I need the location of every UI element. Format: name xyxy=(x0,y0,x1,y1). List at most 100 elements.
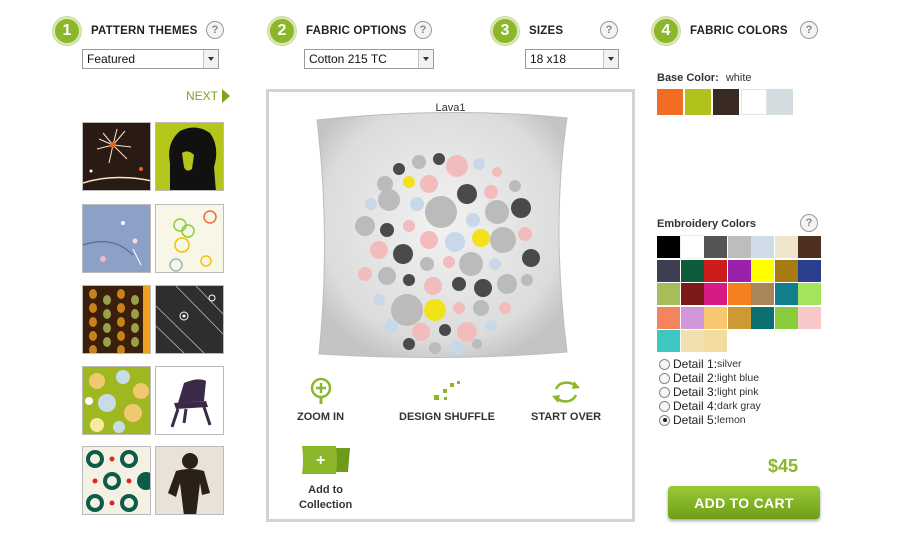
base-color-swatch[interactable] xyxy=(713,89,739,115)
step-number: 4 xyxy=(652,17,680,45)
theme-select[interactable]: Featured xyxy=(82,49,219,69)
embroidery-swatch[interactable] xyxy=(774,236,798,258)
zoom-in-button[interactable]: ZOOM IN xyxy=(297,377,344,423)
design-shuffle-button[interactable]: DESIGN SHUFFLE xyxy=(399,377,495,423)
add-collection-icon: + xyxy=(301,446,350,474)
embroidery-swatch[interactable] xyxy=(657,283,680,305)
embroidery-swatch[interactable] xyxy=(657,306,680,329)
detail-option[interactable]: Detail 2: light blue xyxy=(659,371,759,385)
detail-label: Detail 3: xyxy=(673,385,718,399)
embroidery-swatch[interactable] xyxy=(680,306,704,329)
start-over-button[interactable]: START OVER xyxy=(531,377,601,423)
embroidery-swatch[interactable] xyxy=(774,259,798,282)
embroidery-swatch[interactable] xyxy=(798,283,821,305)
thumb-circles[interactable] xyxy=(82,366,151,435)
step-sizes: 3 SIZES xyxy=(491,17,563,45)
geometric-pattern-icon xyxy=(86,450,150,512)
chevron-down-icon xyxy=(203,50,218,68)
radio-button[interactable] xyxy=(659,400,670,412)
thumb-blue-floral[interactable] xyxy=(82,204,151,273)
embroidery-swatch[interactable] xyxy=(751,283,774,305)
embroidery-swatch[interactable] xyxy=(704,283,727,305)
embroidery-swatch[interactable] xyxy=(798,236,821,258)
figure-pattern-icon xyxy=(168,453,210,514)
design-shuffle-label: DESIGN SHUFFLE xyxy=(399,411,495,423)
embroidery-swatch[interactable] xyxy=(774,283,798,305)
radio-button[interactable] xyxy=(659,358,670,370)
radio-button[interactable] xyxy=(659,414,670,426)
zoom-in-icon xyxy=(310,377,331,404)
base-color-label: Base Color: white xyxy=(657,72,752,84)
thumb-dandelion[interactable] xyxy=(82,122,151,191)
help-icon[interactable]: ? xyxy=(600,21,618,39)
embroidery-swatch[interactable] xyxy=(774,306,798,329)
base-color-swatch[interactable] xyxy=(685,89,711,115)
embroidery-swatch[interactable] xyxy=(680,283,704,305)
detail-value: dark gray xyxy=(717,400,761,412)
embroidery-swatch[interactable] xyxy=(704,306,727,329)
detail-value: light pink xyxy=(717,386,759,398)
start-over-label: START OVER xyxy=(531,411,602,423)
step-title: PATTERN THEMES xyxy=(91,25,198,37)
dotted-stripes-pattern-icon xyxy=(89,286,150,353)
base-color-swatch[interactable] xyxy=(657,89,683,115)
detail-label: Detail 2: xyxy=(673,371,718,385)
embroidery-swatch[interactable] xyxy=(798,306,821,329)
detail-option[interactable]: Detail 5: lemon xyxy=(659,413,746,427)
thumb-geometric[interactable] xyxy=(82,446,151,515)
base-color-swatch[interactable] xyxy=(741,89,767,115)
embroidery-swatch[interactable] xyxy=(751,259,774,282)
embroidery-swatch[interactable] xyxy=(704,259,727,282)
embroidery-swatch[interactable] xyxy=(727,236,751,258)
help-icon[interactable]: ? xyxy=(206,21,224,39)
step-title: FABRIC COLORS xyxy=(690,25,788,37)
thumb-dark-lines[interactable] xyxy=(155,285,224,354)
circles-pattern-icon xyxy=(85,370,149,433)
embroidery-swatch[interactable] xyxy=(798,259,821,282)
embroidery-swatch[interactable] xyxy=(751,306,774,329)
thumb-portrait[interactable] xyxy=(155,122,224,191)
add-to-cart-button[interactable]: ADD TO CART xyxy=(668,486,820,519)
help-icon[interactable]: ? xyxy=(800,214,818,232)
step-title: SIZES xyxy=(529,25,564,37)
add-to-collection-button[interactable]: + Add to Collection xyxy=(299,444,352,511)
embroidery-colors-label: Embroidery Colors xyxy=(657,218,757,230)
add-collection-line2: Collection xyxy=(299,499,353,511)
base-color-title: Base Color: xyxy=(657,72,719,84)
step-title: FABRIC OPTIONS xyxy=(306,25,407,37)
thumb-figure[interactable] xyxy=(155,446,224,515)
step-number: 1 xyxy=(53,17,81,45)
next-label: NEXT xyxy=(186,89,219,103)
embroidery-swatch[interactable] xyxy=(751,236,774,258)
help-icon[interactable]: ? xyxy=(414,21,432,39)
radio-button[interactable] xyxy=(659,372,670,384)
embroidery-swatch[interactable] xyxy=(727,283,751,305)
step-fabric-options: 2 FABRIC OPTIONS xyxy=(268,17,407,45)
detail-label: Detail 4: xyxy=(673,399,718,413)
embroidery-swatch[interactable] xyxy=(704,330,727,352)
embroidery-swatch[interactable] xyxy=(657,330,680,352)
embroidery-swatch[interactable] xyxy=(680,330,704,352)
dandelion-pattern-icon xyxy=(83,128,150,184)
fabric-select-value: Cotton 215 TC xyxy=(309,52,387,66)
thumb-dotted-stripes[interactable] xyxy=(82,285,151,354)
base-color-swatch[interactable] xyxy=(767,89,793,115)
next-link[interactable]: NEXT xyxy=(186,89,231,103)
embroidery-swatch[interactable] xyxy=(727,259,751,282)
embroidery-swatch[interactable] xyxy=(657,236,680,258)
embroidery-swatch[interactable] xyxy=(679,235,705,259)
detail-option[interactable]: Detail 3: light pink xyxy=(659,385,758,399)
thumb-chair[interactable] xyxy=(155,366,224,435)
embroidery-swatch[interactable] xyxy=(727,306,751,329)
size-select[interactable]: 18 x18 xyxy=(525,49,619,69)
help-icon[interactable]: ? xyxy=(800,21,818,39)
thumb-cream-floral[interactable] xyxy=(155,204,224,273)
blue-floral-pattern-icon xyxy=(83,221,142,266)
embroidery-swatch[interactable] xyxy=(704,236,727,258)
radio-button[interactable] xyxy=(659,386,670,398)
embroidery-swatch[interactable] xyxy=(680,259,704,282)
fabric-select[interactable]: Cotton 215 TC xyxy=(304,49,434,69)
detail-option[interactable]: Detail 4: dark gray xyxy=(659,399,761,413)
detail-option[interactable]: Detail 1: silver xyxy=(659,357,742,371)
embroidery-swatch[interactable] xyxy=(657,259,680,282)
